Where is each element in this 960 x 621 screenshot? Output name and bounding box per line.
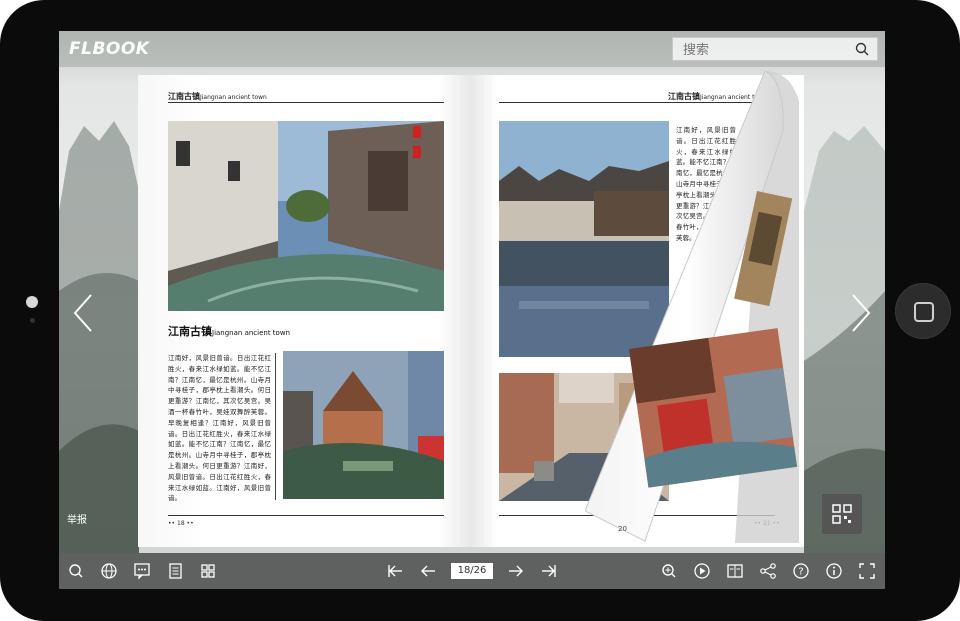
footer-rule [168,515,444,516]
search-icon[interactable] [855,42,869,56]
article-title: 江南古镇Jiangnan ancient town [168,323,290,339]
top-bar: FLBOOK [59,31,885,67]
page-header: 江南古镇Jiangnan ancient town [168,91,267,102]
page-indicator[interactable]: 18/26 [451,563,493,579]
column-divider [275,353,276,500]
search-input[interactable] [681,40,845,60]
fullscreen-icon[interactable] [858,562,876,580]
bottom-toolbar: 18/26 ? [59,553,885,589]
help-icon[interactable]: ? [792,562,810,580]
camera [26,296,38,308]
next-page-icon[interactable] [507,562,525,580]
chevron-left-icon[interactable] [71,293,95,333]
tablet-frame: FLBOOK 举报 江南古镇Jiangnan ancient town [0,0,960,621]
share-icon[interactable] [759,562,777,580]
notes-icon[interactable] [166,562,184,580]
search-box[interactable] [672,37,878,61]
title-cn: 江南古镇 [168,325,212,338]
page-number-value: 18 [177,520,185,527]
square-icon [914,302,934,322]
report-link[interactable]: 举报 [67,511,87,526]
first-page-icon[interactable] [386,562,404,580]
chevron-right-icon[interactable] [849,293,873,333]
prev-page-icon[interactable] [419,562,437,580]
home-button[interactable] [895,283,951,339]
header-rule [168,102,444,103]
book-icon[interactable] [726,562,744,580]
header-cn: 江南古镇 [168,92,200,101]
last-page-icon[interactable] [540,562,558,580]
comment-icon[interactable] [133,562,151,580]
autoplay-icon[interactable] [693,562,711,580]
app-logo: FLBOOK [69,39,150,59]
zoom-in-icon[interactable] [660,562,678,580]
page-number: •• 18 •• [168,520,194,527]
thumbnails-icon[interactable] [199,562,217,580]
header-en: Jiangnan ancient town [200,94,267,101]
flipbook-viewer: FLBOOK 举报 江南古镇Jiangnan ancient town [59,31,885,589]
info-icon[interactable] [825,562,843,580]
curl-page-number: 20 [618,525,627,533]
search-icon[interactable] [67,562,85,580]
canal-photo [168,121,444,311]
title-en: Jiangnan ancient town [212,329,290,337]
qr-code-button[interactable] [822,494,862,534]
globe-icon[interactable] [100,562,118,580]
svg-text:?: ? [798,567,803,578]
left-page[interactable]: 江南古镇Jiangnan ancient town 江南古镇Jiangnan a… [138,75,471,547]
qr-code-icon [832,504,852,524]
camera-sensor [30,318,35,323]
page-curl[interactable]: 20 [585,71,805,543]
article-body: 江南好，风景旧曾谙。日出江花红胜火，春来江水绿如蓝。能不忆江南？江南忆，最忆是杭… [168,354,271,503]
street-photo [283,351,444,499]
